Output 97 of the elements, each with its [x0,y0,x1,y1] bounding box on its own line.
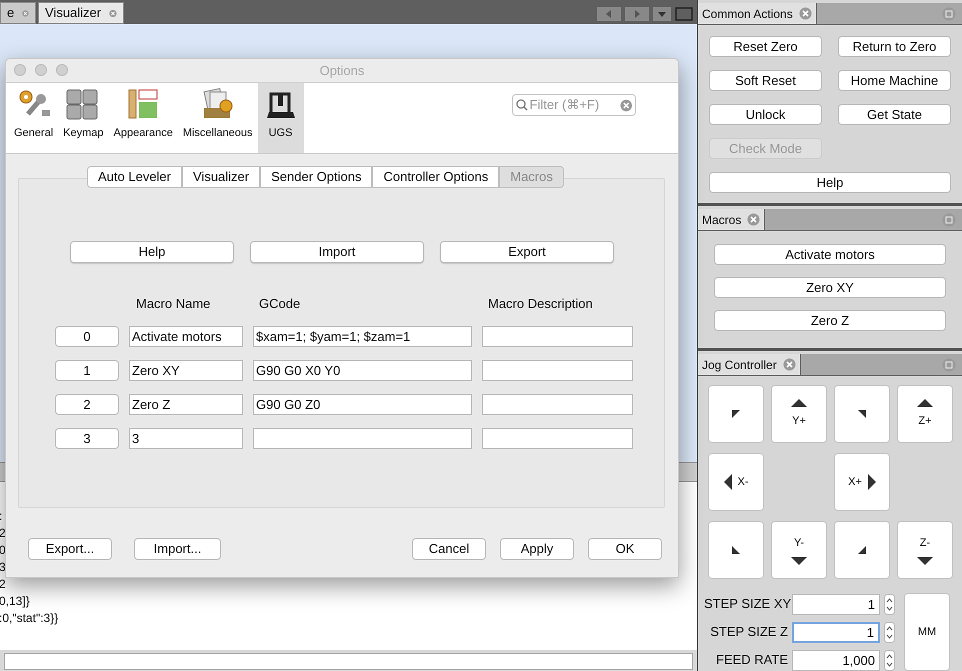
panel-button[interactable]: Zero Z [714,310,946,331]
filter-input[interactable]: Filter (⌘+F) [530,95,618,115]
jog-button[interactable] [834,385,890,443]
jog-button[interactable]: Z+ [897,385,953,443]
description-field[interactable] [482,326,633,346]
jog-button[interactable] [708,385,764,443]
window-control-icon[interactable] [56,64,68,76]
window-control-icon[interactable] [35,64,47,76]
spinner-icon[interactable] [884,622,895,642]
macro-name-field[interactable]: Zero Z [129,394,243,414]
editor-tab[interactable]: Visualizer [38,2,124,24]
panel-button[interactable]: Home Machine [838,70,951,91]
down-right-arrow-icon [858,546,866,554]
macro-name-field[interactable]: Activate motors [129,326,243,346]
window-control-icon[interactable] [14,64,26,76]
down-arrow-icon [791,557,807,566]
macro-run-button[interactable]: 2 [55,394,119,414]
jog-button[interactable]: X- [708,453,764,511]
gcode-field[interactable] [253,428,472,448]
number-field[interactable]: 1 [792,622,880,642]
down-left-arrow-icon [732,546,740,554]
command-field[interactable] [4,653,693,670]
jog-button[interactable] [708,521,764,579]
up-arrow-icon [917,398,933,407]
console-line: :0,"stat":3}} [0,611,58,625]
scroll-right-icon[interactable] [625,7,649,21]
jog-button[interactable] [834,521,890,579]
filter-field[interactable]: Filter (⌘+F) [512,94,636,116]
macro-name-field[interactable]: Zero XY [129,360,243,380]
macro-run-button[interactable]: 0 [55,326,119,346]
units-button[interactable]: MM [904,593,950,671]
panel-button[interactable]: Return to Zero [838,36,951,57]
jog-button[interactable]: Z- [897,521,953,579]
column-header: GCode [259,296,300,311]
spinner-icon[interactable] [884,650,895,670]
description-field[interactable] [482,360,633,380]
up-right-arrow-icon [858,410,866,418]
console-line: : [0,509,2,523]
macro-run-button[interactable]: 3 [55,428,119,448]
panel-button[interactable]: Get State [838,104,951,125]
close-icon[interactable] [782,358,796,371]
field-label: FEED RATE [715,651,788,670]
maximize-icon[interactable] [675,7,693,21]
right-arrow-icon [868,474,876,490]
settings-tab[interactable]: Sender Options [260,166,372,188]
panel-button[interactable]: Zero XY [714,277,946,298]
dialog-button[interactable]: Import [250,241,424,263]
field-label: STEP SIZE Z [709,623,788,642]
close-icon[interactable] [747,213,760,226]
column-header: Macro Name [136,296,210,311]
macro-run-button[interactable]: 1 [55,360,119,380]
panel-button[interactable]: Help [709,172,951,193]
window-title: Options [320,62,364,80]
spinner-icon[interactable] [884,594,895,614]
jog-button[interactable]: Y+ [771,385,827,443]
category-tab[interactable]: UGS [258,83,304,153]
jog-button[interactable]: X+ [834,453,890,511]
down-arrow-icon [917,557,933,566]
gcode-field[interactable]: G90 G0 X0 Y0 [253,360,472,380]
dialog-button[interactable]: Apply [500,538,574,560]
minimize-icon[interactable] [942,212,956,226]
dialog-button[interactable]: Export... [28,538,112,560]
panel-button[interactable]: Reset Zero [709,36,822,57]
number-field[interactable]: 1,000 [792,650,880,670]
description-field[interactable] [482,394,633,414]
dropdown-icon[interactable] [653,7,671,21]
minimize-icon[interactable] [942,6,956,20]
panel-tab[interactable]: Macros [698,209,766,230]
description-field[interactable] [482,428,633,448]
close-icon[interactable] [798,7,812,20]
number-field[interactable]: 1 [792,594,880,614]
up-left-arrow-icon [732,410,740,418]
gcode-field[interactable]: $xam=1; $yam=1; $zam=1 [253,326,472,346]
dialog-button[interactable]: Export [440,241,614,263]
panel-tab[interactable]: Common Actions [698,3,817,24]
left-arrow-icon [724,474,732,490]
column-header: Macro Description [488,296,593,311]
close-icon[interactable] [620,98,632,112]
minimize-icon[interactable] [942,358,956,372]
dialog-button[interactable]: Import... [134,538,221,560]
panel-button[interactable]: Soft Reset [709,70,822,91]
panel-button[interactable]: Activate motors [714,244,946,265]
jog-button[interactable]: Y- [771,521,827,579]
dialog-button[interactable]: Cancel [412,538,486,560]
settings-tab[interactable]: Auto Leveler [87,166,182,188]
panel-button[interactable]: Unlock [709,104,822,125]
up-arrow-icon [791,398,807,407]
settings-tab[interactable]: Visualizer [182,166,260,188]
settings-tab[interactable]: Controller Options [372,166,500,188]
scroll-left-icon[interactable] [597,7,621,21]
gcode-field[interactable]: G90 G0 Z0 [253,394,472,414]
dialog-button[interactable]: OK [588,538,662,560]
macro-name-field[interactable]: 3 [129,428,243,448]
search-icon [516,99,528,111]
panel-tab[interactable]: Jog Controller [698,354,801,375]
editor-tab[interactable]: e [0,2,36,24]
dialog-button[interactable]: Help [70,241,234,263]
